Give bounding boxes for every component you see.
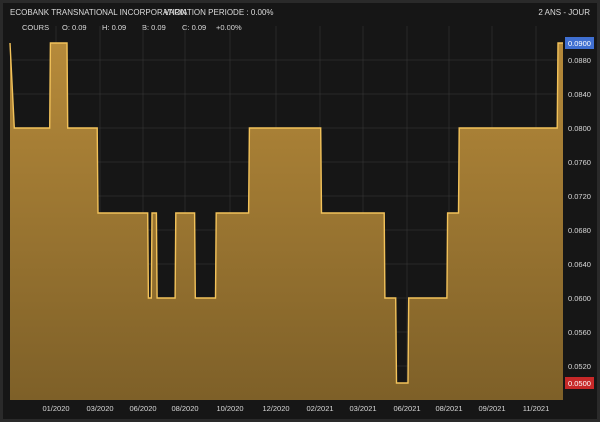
y-tick-label: 0.0720 [568,192,591,201]
price-area [10,43,563,400]
x-tick-label: 03/2021 [349,404,376,413]
x-tick-label: 09/2021 [478,404,505,413]
x-tick-label: 02/2021 [306,404,333,413]
x-tick-label: 08/2021 [435,404,462,413]
x-tick-label: 12/2020 [262,404,289,413]
x-tick-label: 06/2021 [393,404,420,413]
x-tick-label: 03/2020 [86,404,113,413]
x-tick-label: 08/2020 [171,404,198,413]
x-tick-label: 06/2020 [129,404,156,413]
y-tick-label: 0.0680 [568,226,591,235]
y-tick-label: 0.0760 [568,158,591,167]
min-value-badge: 0.0500 [568,379,591,388]
y-tick-label: 0.0520 [568,362,591,371]
y-tick-label: 0.0560 [568,328,591,337]
y-tick-label: 0.0800 [568,124,591,133]
y-tick-label: 0.0840 [568,90,591,99]
y-tick-label: 0.0640 [568,260,591,269]
y-tick-label: 0.0880 [568,56,591,65]
y-tick-label: 0.0600 [568,294,591,303]
last-value-badge: 0.0900 [568,39,591,48]
x-tick-label: 01/2020 [42,404,69,413]
x-tick-label: 11/2021 [523,404,550,413]
price-chart[interactable]: 0.0880 0.0840 0.0800 0.0760 0.0720 0.0680 0.06… [0,0,600,422]
x-tick-label: 10/2020 [216,404,243,413]
